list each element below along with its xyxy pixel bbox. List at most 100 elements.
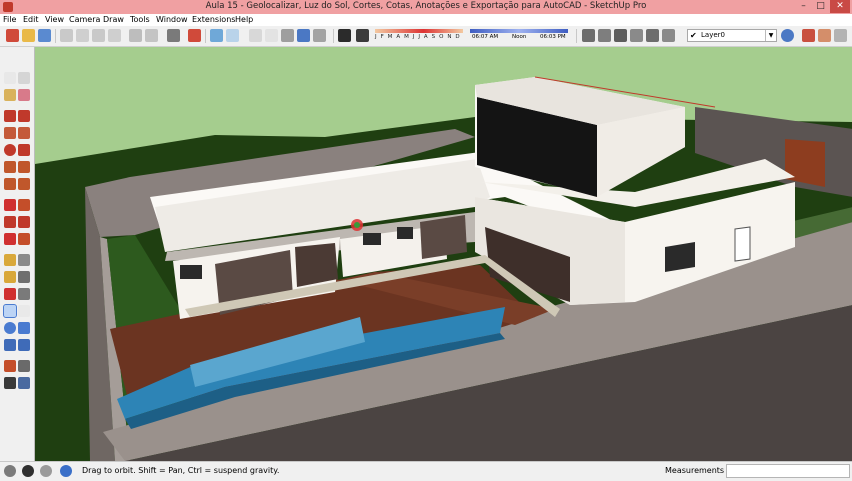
protractor-icon[interactable] xyxy=(4,271,16,283)
pie-icon[interactable] xyxy=(18,161,30,173)
user-icon[interactable] xyxy=(40,465,52,477)
position-camera-icon[interactable] xyxy=(4,360,16,372)
rectangle-icon[interactable] xyxy=(4,127,16,139)
axes-icon[interactable] xyxy=(4,288,16,300)
right-window xyxy=(665,242,695,272)
close-button[interactable]: ✕ xyxy=(830,0,850,13)
undo-icon[interactable] xyxy=(129,29,142,42)
time-noon-label: Noon xyxy=(512,34,527,40)
section-plane-icon[interactable] xyxy=(662,29,675,42)
layer-select[interactable]: ✔ Layer0 ▼ xyxy=(687,29,777,42)
credits-icon[interactable] xyxy=(22,465,34,477)
time-start-label: 06:07 AM xyxy=(472,34,499,40)
menu-file[interactable]: File xyxy=(3,15,16,24)
rotated-rectangle-icon[interactable] xyxy=(18,127,30,139)
components-icon[interactable] xyxy=(582,29,595,42)
arc-icon[interactable] xyxy=(4,161,16,173)
shaded-icon[interactable] xyxy=(297,29,310,42)
menu-edit[interactable]: Edit xyxy=(23,15,39,24)
orbit-icon[interactable] xyxy=(3,304,17,318)
geo-location-icon[interactable] xyxy=(4,465,16,477)
text-icon[interactable] xyxy=(18,271,30,283)
minimize-button[interactable]: – xyxy=(795,0,812,13)
previous-view-icon[interactable] xyxy=(18,339,30,351)
push-pull-icon[interactable] xyxy=(18,199,30,211)
copy-icon[interactable] xyxy=(76,29,89,42)
layer-color-icon[interactable] xyxy=(781,29,794,42)
menu-draw[interactable]: Draw xyxy=(103,15,124,24)
maximize-button[interactable]: □ xyxy=(812,0,829,13)
menu-view[interactable]: View xyxy=(45,15,64,24)
section-fill-icon[interactable] xyxy=(802,29,815,42)
orbit-cursor-icon xyxy=(351,219,363,231)
glass-door-3 xyxy=(420,215,467,259)
menu-extensions[interactable]: Extensions xyxy=(192,15,235,24)
model-info-icon[interactable] xyxy=(188,29,201,42)
select-icon[interactable] xyxy=(4,72,16,84)
tape-measure-icon[interactable] xyxy=(4,254,16,266)
display-section-icon[interactable] xyxy=(818,29,831,42)
scale-icon[interactable] xyxy=(4,233,16,245)
section-cut-icon[interactable] xyxy=(834,29,847,42)
dimension-icon[interactable] xyxy=(18,254,30,266)
offset-icon[interactable] xyxy=(18,233,30,245)
shadow-time-slider[interactable]: 06:07 AM Noon 06:03 PM xyxy=(470,29,568,43)
hidden-line-icon[interactable] xyxy=(281,29,294,42)
look-around-icon[interactable] xyxy=(18,360,30,372)
toolbar-separator xyxy=(205,29,206,43)
measurements-label: Measurements xyxy=(665,466,725,475)
two-point-arc-icon[interactable] xyxy=(4,178,16,190)
top-view-icon[interactable] xyxy=(226,29,239,42)
wireframe-icon[interactable] xyxy=(265,29,278,42)
menu-bar: File Edit View Camera Draw Tools Window … xyxy=(0,14,852,26)
model-viewport[interactable] xyxy=(34,47,852,461)
3d-text-icon[interactable] xyxy=(18,288,30,300)
measurements-input[interactable] xyxy=(726,464,850,478)
new-icon[interactable] xyxy=(6,29,19,42)
iso-view-icon[interactable] xyxy=(210,29,223,42)
print-icon[interactable] xyxy=(167,29,180,42)
open-icon[interactable] xyxy=(22,29,35,42)
freehand-icon[interactable] xyxy=(18,110,30,122)
model-scene[interactable] xyxy=(35,47,852,461)
extension-icon[interactable] xyxy=(614,29,627,42)
fog-icon[interactable] xyxy=(356,29,369,42)
rotate-icon[interactable] xyxy=(4,216,16,228)
polygon-icon[interactable] xyxy=(18,144,30,156)
walk-icon[interactable] xyxy=(4,377,16,389)
menu-help[interactable]: Help xyxy=(235,15,253,24)
status-message: Drag to orbit. Shift = Pan, Ctrl = suspe… xyxy=(82,466,280,475)
warehouse-icon[interactable] xyxy=(598,29,611,42)
cut-icon[interactable] xyxy=(60,29,73,42)
shadow-month-slider[interactable]: J F M A M J J A S O N D xyxy=(375,29,463,43)
paint-bucket-icon[interactable] xyxy=(4,89,16,101)
move-icon[interactable] xyxy=(4,199,16,211)
zoom-window-icon[interactable] xyxy=(18,322,30,334)
help-icon[interactable] xyxy=(60,465,72,477)
follow-me-icon[interactable] xyxy=(18,216,30,228)
erase-icon[interactable] xyxy=(108,29,121,42)
month-gradient-bar xyxy=(375,29,463,33)
shadows-icon[interactable] xyxy=(338,29,351,42)
menu-camera[interactable]: Camera xyxy=(69,15,100,24)
section-plane-tool-icon[interactable] xyxy=(18,377,30,389)
zoom-icon[interactable] xyxy=(4,322,16,334)
pan-icon[interactable] xyxy=(18,305,30,317)
layers-icon[interactable] xyxy=(646,29,659,42)
share-icon[interactable] xyxy=(630,29,643,42)
shaded-texture-icon[interactable] xyxy=(313,29,326,42)
xray-icon[interactable] xyxy=(249,29,262,42)
redo-icon[interactable] xyxy=(145,29,158,42)
eraser-icon[interactable] xyxy=(18,89,30,101)
save-icon[interactable] xyxy=(38,29,51,42)
make-component-icon[interactable] xyxy=(18,72,30,84)
three-point-arc-icon[interactable] xyxy=(18,178,30,190)
tool-palette xyxy=(0,70,34,460)
menu-tools[interactable]: Tools xyxy=(130,15,150,24)
zoom-extents-icon[interactable] xyxy=(4,339,16,351)
chevron-down-icon[interactable]: ▼ xyxy=(765,30,776,41)
paste-icon[interactable] xyxy=(92,29,105,42)
circle-icon[interactable] xyxy=(4,144,16,156)
menu-window[interactable]: Window xyxy=(156,15,188,24)
line-icon[interactable] xyxy=(4,110,16,122)
